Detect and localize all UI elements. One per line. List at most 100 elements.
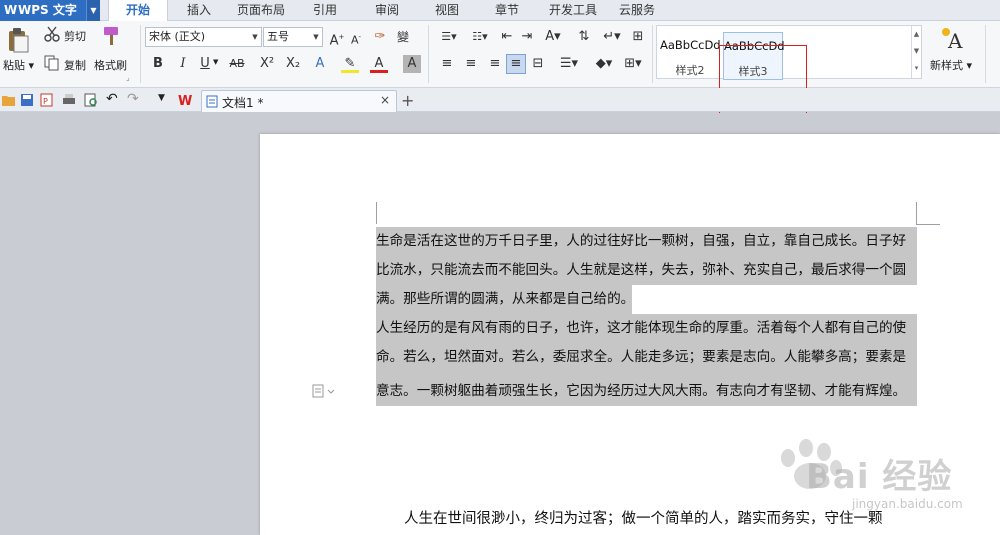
- font-name-value: 宋体 (正文): [149, 30, 206, 43]
- document-tab[interactable]: 文档1 * ×: [201, 90, 397, 112]
- justify-icon[interactable]: ≡: [506, 54, 526, 74]
- char-spacing-icon[interactable]: A▾: [541, 28, 565, 46]
- tab-review[interactable]: 审阅: [364, 0, 410, 21]
- tab-chapter[interactable]: 章节: [484, 0, 530, 21]
- margin-corner-marker: [376, 202, 377, 224]
- print-icon[interactable]: [62, 93, 76, 107]
- new-tab-button[interactable]: +: [401, 91, 414, 110]
- quick-access-menu-icon[interactable]: ▼: [158, 93, 165, 103]
- phonetic-guide-icon[interactable]: 變: [394, 28, 412, 46]
- svg-text:W: W: [178, 94, 192, 107]
- selected-paragraph-line[interactable]: 意志。一颗树躯曲着顽强生长，它因为经历过大风大雨。有志向才有坚韧、才能有辉煌。: [376, 377, 917, 406]
- grow-font-icon[interactable]: A+: [328, 28, 346, 48]
- tab-page-layout[interactable]: 页面布局: [230, 0, 292, 21]
- margin-corner-marker: [916, 202, 917, 224]
- line-spacing-icon[interactable]: ☰▾: [557, 55, 581, 73]
- ribbon-divider: [140, 25, 141, 83]
- ribbon-divider: [985, 25, 986, 83]
- show-marks-icon[interactable]: ↵▾: [600, 28, 624, 46]
- ribbon-divider: [652, 25, 653, 83]
- save-icon[interactable]: [20, 93, 34, 107]
- font-name-select[interactable]: 宋体 (正文) ▼: [145, 27, 262, 47]
- app-menu-button[interactable]: WWPS 文字 ▼: [0, 0, 100, 21]
- tab-home[interactable]: 开始: [108, 0, 168, 22]
- text-effect-icon[interactable]: A: [311, 55, 329, 73]
- tab-developer-tools[interactable]: 开发工具: [542, 0, 604, 21]
- quick-access-bar: P ↶ ↷ ▼ W: [0, 88, 1000, 112]
- align-left-icon[interactable]: ≡: [438, 55, 456, 73]
- paste-label: 粘贴: [3, 59, 25, 72]
- chevron-down-icon[interactable]: ▼: [86, 0, 100, 21]
- superscript-button[interactable]: X²: [256, 55, 278, 73]
- align-center-icon[interactable]: ≡: [462, 55, 480, 73]
- app-name: WPS 文字: [18, 3, 77, 17]
- clear-format-icon[interactable]: ✑: [371, 28, 389, 46]
- ribbon: 粘贴 ▾ 剪切 复制 格式刷 ⌟ 宋体 (正文) ▼ 五号 ▼ A+ A- ✑ …: [0, 21, 1000, 115]
- copy-icon[interactable]: [44, 55, 60, 71]
- paste-icon[interactable]: [6, 27, 30, 53]
- tab-insert[interactable]: 插入: [176, 0, 222, 21]
- new-style-label: 新样式: [930, 59, 963, 72]
- body-paragraph-line[interactable]: 人生在世间很渺小，终归为过客；做一个简单的人，踏实而务实，守住一颗: [376, 505, 917, 534]
- italic-button[interactable]: I: [174, 55, 192, 73]
- format-painter-button[interactable]: 格式刷: [94, 57, 127, 73]
- highlight-color-icon[interactable]: ✎: [341, 55, 359, 73]
- margin-corner-marker: [916, 224, 940, 225]
- subscript-button[interactable]: X₂: [282, 55, 304, 73]
- selected-paragraph-line[interactable]: 满。那些所谓的圆满，从来都是自己给的。: [376, 285, 917, 314]
- tab-references[interactable]: 引用: [302, 0, 348, 21]
- open-folder-icon[interactable]: [2, 93, 16, 107]
- selected-paragraph-line[interactable]: 人生经历的是有风有雨的日子，也许，这才能体现生命的厚重。活着每个人都有自己的使: [376, 314, 917, 343]
- svg-text:P: P: [43, 97, 48, 106]
- style-name: 样式2: [675, 64, 705, 77]
- font-size-select[interactable]: 五号 ▼: [263, 27, 323, 47]
- cut-button[interactable]: 剪切: [64, 28, 86, 44]
- clipboard-dialog-launcher-icon[interactable]: ⌟: [126, 73, 130, 82]
- underline-button[interactable]: U: [196, 55, 214, 73]
- chevron-down-icon[interactable]: ▼: [213, 58, 218, 66]
- new-style-button[interactable]: 新样式 ▾: [930, 57, 972, 73]
- copy-button[interactable]: 复制: [64, 57, 86, 73]
- char-shading-icon[interactable]: A: [403, 55, 421, 73]
- paste-button[interactable]: 粘贴 ▾: [3, 57, 34, 73]
- borders-icon[interactable]: ⊞▾: [621, 55, 645, 73]
- scissors-icon[interactable]: [44, 26, 60, 42]
- selected-paragraph-line[interactable]: 命。若么，坦然面对。若么，委屈求全。人能走多远；要素是志向。人能攀多高；要素是: [376, 343, 917, 372]
- wps-home-icon[interactable]: W: [178, 93, 196, 107]
- gallery-scrollbar[interactable]: ▲ ▼ ▾: [911, 26, 921, 78]
- output-pdf-icon[interactable]: P: [40, 93, 54, 107]
- format-painter-icon[interactable]: [100, 25, 122, 47]
- bullet-list-icon[interactable]: ☰▾: [434, 28, 464, 46]
- shading-icon[interactable]: ◆▾: [592, 55, 616, 73]
- paragraph-layout-icon[interactable]: [312, 384, 336, 398]
- document-icon: [206, 95, 218, 108]
- table-icon[interactable]: ⊞: [629, 28, 647, 46]
- selected-paragraph-line[interactable]: 生命是活在这世的万千日子里，人的过往好比一颗树，自强，自立，靠自己成长。日子好: [376, 227, 917, 256]
- chevron-down-icon: ▼: [252, 33, 258, 41]
- tab-cloud-service[interactable]: 云服务: [612, 0, 662, 21]
- font-size-value: 五号: [267, 30, 289, 43]
- decrease-indent-icon[interactable]: ⇤: [498, 28, 516, 46]
- shrink-font-icon[interactable]: A-: [347, 28, 365, 47]
- numbered-list-icon[interactable]: ☷▾: [466, 28, 494, 46]
- menu-bar: WWPS 文字 ▼ 开始 插入 页面布局 引用 审阅 视图 章节 开发工具 云服…: [0, 0, 1000, 22]
- redo-icon[interactable]: ↷: [127, 91, 139, 107]
- strikethrough-button[interactable]: AB: [226, 55, 248, 73]
- sort-icon[interactable]: ⇅: [575, 28, 593, 46]
- align-right-icon[interactable]: ≡: [486, 55, 504, 73]
- bold-button[interactable]: B: [149, 55, 167, 73]
- selected-paragraph-line[interactable]: 比流水，只能流去而不能回头。人生就是这样，失去，弥补、充实自己，最后求得一个圆: [376, 256, 917, 285]
- chevron-down-icon: ▼: [313, 33, 319, 41]
- close-icon[interactable]: ×: [380, 93, 390, 107]
- wps-logo-icon: W: [4, 3, 18, 17]
- new-style-icon[interactable]: A: [940, 26, 966, 52]
- font-color-icon[interactable]: A: [370, 55, 388, 73]
- undo-icon[interactable]: ↶: [106, 91, 118, 107]
- watermark-text: Bai 经验: [806, 457, 953, 497]
- increase-indent-icon[interactable]: ⇥: [518, 28, 536, 46]
- distributed-align-icon[interactable]: ⊟: [529, 55, 547, 73]
- document-tab-title: 文档1 *: [222, 96, 264, 110]
- tab-view[interactable]: 视图: [424, 0, 470, 21]
- print-preview-icon[interactable]: [84, 93, 98, 107]
- style-2-item[interactable]: AaBbCcDd 样式2: [660, 32, 721, 80]
